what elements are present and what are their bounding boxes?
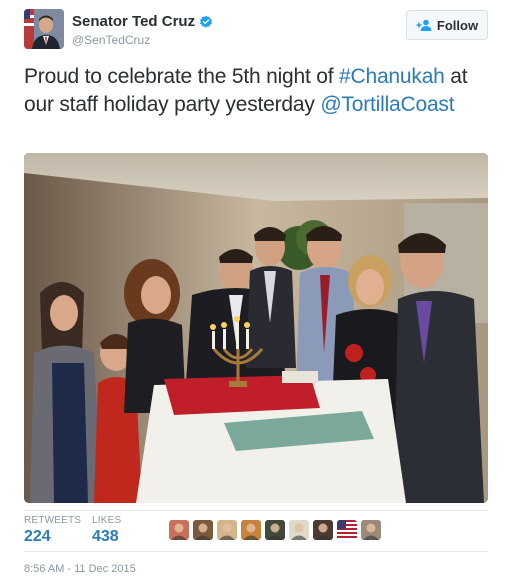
liker-avatar[interactable] [193,520,213,540]
liker-avatar[interactable] [313,520,333,540]
liker-avatars [169,520,381,540]
liker-flag-avatar[interactable] [337,520,357,540]
verified-badge-icon [200,15,213,28]
tweet-text: Proud to celebrate the 5th night of #Cha… [24,63,494,119]
liker-avatar[interactable] [265,520,285,540]
likes-label: LIKES [92,515,122,526]
tweet-text-part: Proud to celebrate the 5th night of [24,65,340,88]
hashtag-link[interactable]: #Chanukah [339,65,445,88]
group-photo-image [24,153,488,503]
follow-label: Follow [436,17,479,33]
liker-avatar[interactable] [241,520,261,540]
add-user-icon [416,19,432,31]
author-handle[interactable]: @SenTedCruz [72,33,213,47]
follow-button[interactable]: Follow [406,10,488,40]
author-name-row: Senator Ted Cruz [72,13,213,30]
liker-avatar[interactable] [361,520,381,540]
liker-avatar[interactable] [217,520,237,540]
retweets-count: 224 [24,528,51,545]
divider-top [24,510,488,511]
retweets-label: RETWEETS [24,515,82,526]
tweet-header: Senator Ted Cruz @SenTedCruz Follow [24,9,488,51]
retweets-stat[interactable]: RETWEETS 224 [24,515,81,546]
mention-link[interactable]: @TortillaCoast [320,93,454,116]
tweet-timestamp[interactable]: 8:56 AM - 11 Dec 2015 [24,563,136,575]
avatar[interactable] [24,9,64,49]
likes-count: 438 [92,528,119,545]
liker-avatar[interactable] [289,520,309,540]
author-block: Senator Ted Cruz @SenTedCruz [72,13,213,47]
likes-stat[interactable]: LIKES 438 [92,515,121,546]
divider-bottom [24,551,488,552]
liker-avatar[interactable] [169,520,189,540]
tweet-photo[interactable] [24,153,488,503]
author-name[interactable]: Senator Ted Cruz [72,13,195,30]
